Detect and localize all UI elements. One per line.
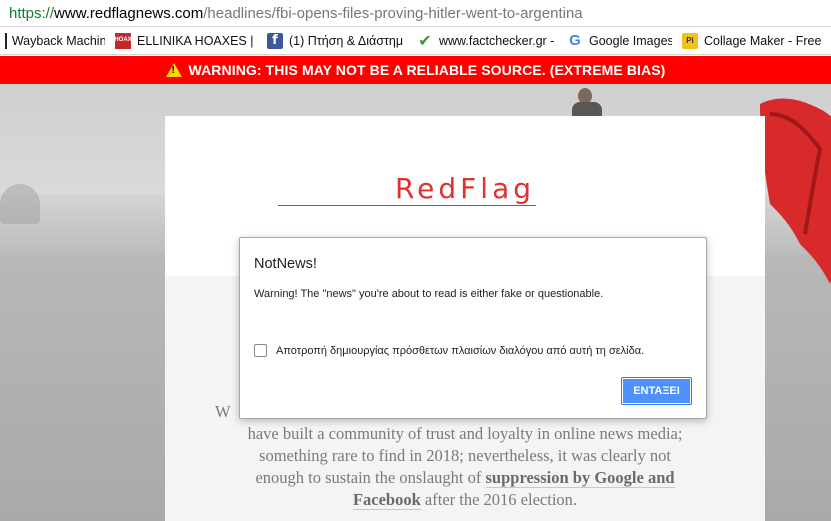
bookmark-wayback-machine[interactable]: Wayback Machine [0, 27, 110, 54]
bookmarks-bar: Wayback Machine HOAX ELLINIKA HOAXES | E… [0, 27, 831, 55]
url-scheme: https:// [9, 4, 55, 22]
suppress-dialogs-option[interactable]: Αποτροπή δημιουργίας πρόσθετων πλαισίων … [254, 344, 644, 357]
dialog-title: NotNews! [254, 256, 317, 272]
bookmark-label: ELLINIKA HOAXES | E [137, 33, 257, 48]
hoax-icon: HOAX [114, 32, 132, 49]
facebook-icon: f [267, 32, 283, 49]
article-link-suppression[interactable]: suppression by Google and [485, 468, 675, 488]
bookmark-google-images[interactable]: G Google Images [562, 27, 677, 54]
site-logo[interactable]: RedFlag [165, 172, 765, 205]
article-line: something rare to find in 2018; neverthe… [259, 446, 671, 465]
article-line: enough to sustain the onslaught of suppr… [255, 468, 675, 488]
article-link-facebook[interactable]: Facebook [352, 490, 421, 510]
url-host: www.redflagnews.com [54, 4, 204, 22]
bookmark-label: Wayback Machine [11, 33, 105, 48]
warning-banner: WARNING: THIS MAY NOT BE A RELIABLE SOUR… [0, 56, 831, 84]
url-path: /headlines/fbi-opens-files-proving-hitle… [203, 4, 583, 22]
warning-text: WARNING: THIS MAY NOT BE A RELIABLE SOUR… [188, 62, 666, 78]
article-line: have built a community of trust and loya… [247, 424, 683, 443]
warning-icon [165, 63, 182, 77]
checkmark-icon: ✔ [418, 32, 432, 50]
bookmark-facebook[interactable]: f (1) Πτήση & Διάστημ [262, 27, 412, 54]
suppress-dialogs-label: Αποτροπή δημιουργίας πρόσθετων πλαισίων … [276, 344, 645, 357]
background-photo-tree [0, 184, 40, 224]
google-icon: G [569, 32, 581, 49]
wayback-icon [5, 32, 7, 49]
bookmark-factchecker[interactable]: ✔ www.factchecker.gr - [412, 27, 562, 54]
address-bar[interactable]: https://www.redflagnews.com/headlines/fb… [0, 0, 831, 27]
bookmark-collage-maker[interactable]: Pi Collage Maker - Free [677, 27, 831, 54]
bookmark-label: (1) Πτήση & Διάστημ [289, 33, 404, 48]
bookmark-label: www.factchecker.gr - [439, 33, 555, 48]
bookmark-ellinika-hoaxes[interactable]: HOAX ELLINIKA HOAXES | E [110, 27, 262, 54]
bookmark-label: Collage Maker - Free [704, 33, 822, 48]
logo-underline [278, 205, 536, 206]
collage-icon: Pi [682, 32, 698, 49]
article-line: Facebook after the 2016 election. [352, 490, 578, 510]
background-photo-person [572, 86, 602, 118]
ok-button[interactable]: ΕΝΤΑΞΕΙ [621, 377, 692, 405]
bookmark-label: Google Images [589, 33, 672, 48]
suppress-dialogs-checkbox[interactable] [254, 344, 267, 357]
dialog-message: Warning! The "news" you're about to read… [254, 288, 604, 300]
red-flag-image [760, 98, 831, 284]
alert-dialog: NotNews! Warning! The "news" you're abou… [239, 237, 707, 419]
